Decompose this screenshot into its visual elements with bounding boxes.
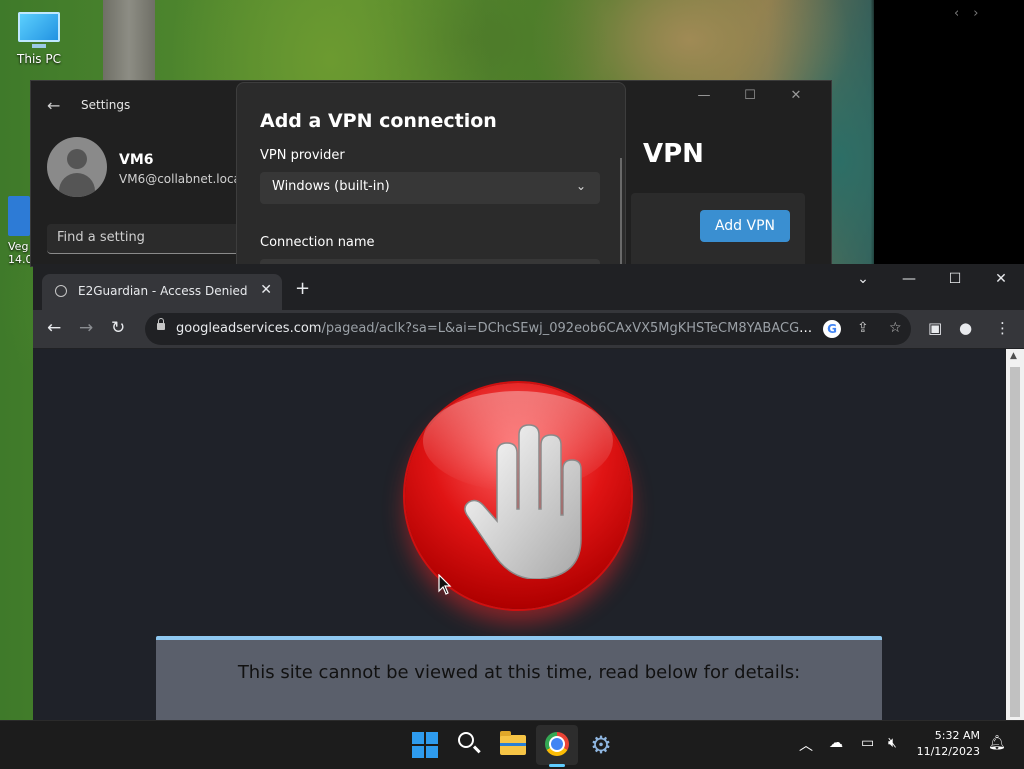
onedrive-icon[interactable]: ☁ (829, 735, 843, 751)
desktop-partial-label: Veg (8, 240, 29, 253)
active-indicator (549, 764, 565, 767)
monitor-icon (18, 12, 60, 48)
clock-date: 11/12/2023 (916, 745, 980, 758)
volume-muted-icon[interactable]: 🔇︎ (888, 735, 897, 751)
browser-toolbar: ← → ↻ googleadservices.com/pagead/aclk?s… (33, 310, 1024, 348)
taskbar: ⚙ ︿ ☁ ▭ 🔇︎ 5:32 AM 11/12/2023 🔔︎ (0, 720, 1024, 769)
forward-button[interactable]: → (79, 318, 93, 338)
browser-tab[interactable]: E2Guardian - Access Denied ✕ (42, 274, 282, 310)
wallpaper-road (103, 0, 155, 90)
settings-taskbar-button[interactable]: ⚙ (588, 732, 614, 758)
profile-icon[interactable]: ● (959, 319, 972, 337)
tab-close-icon[interactable]: ✕ (260, 282, 272, 298)
avatar-body (59, 173, 95, 197)
add-vpn-button[interactable]: Add VPN (700, 210, 790, 242)
window-controls: ⌄ — ☐ ✕ (840, 264, 1024, 294)
vpn-provider-select[interactable]: Windows (built-in) ⌄ (260, 172, 600, 204)
desktop-partial-icons[interactable]: Veg 14.0 (8, 196, 33, 284)
gear-icon: ⚙ (590, 731, 612, 759)
desktop-partial-label: 14.0 (8, 253, 33, 266)
blocked-page: This site cannot be viewed at this time,… (33, 349, 1005, 720)
maximize-button[interactable]: ☐ (727, 87, 773, 105)
tab-title: E2Guardian - Access Denied (78, 284, 248, 298)
add-vpn-dialog: Add a VPN connection VPN provider Window… (236, 82, 626, 267)
clock-time: 5:32 AM (934, 729, 980, 742)
globe-icon (55, 285, 67, 297)
desktop-icon-this-pc[interactable]: This PC (10, 8, 68, 66)
tab-search-button[interactable]: ⌄ (840, 264, 886, 294)
search-button[interactable] (458, 732, 484, 758)
network-icon[interactable]: ▭ (861, 735, 874, 751)
url-host: googleadservices.com (176, 321, 322, 336)
dialog-scrollbar[interactable] (620, 158, 622, 265)
minimize-button[interactable]: — (886, 264, 932, 294)
share-icon[interactable]: ⇪ (857, 320, 869, 336)
reload-button[interactable]: ↻ (111, 318, 125, 338)
folder-icon (500, 731, 526, 755)
hand-icon (464, 424, 582, 579)
side-panel-icon[interactable]: ▣ (928, 319, 942, 337)
google-lens-icon[interactable]: G (823, 320, 841, 338)
back-button[interactable]: ← (47, 318, 61, 338)
windows-logo-icon (412, 732, 424, 744)
chrome-icon (545, 732, 569, 756)
avatar[interactable] (47, 137, 107, 197)
maximize-button[interactable]: ☐ (932, 264, 978, 294)
browser-window: E2Guardian - Access Denied ✕ + ⌄ — ☐ ✕ ←… (33, 264, 1024, 720)
page-title: VPN (643, 139, 704, 169)
vpn-provider-value: Windows (built-in) (272, 179, 390, 194)
show-hidden-icons-button[interactable]: ︿ (799, 735, 813, 755)
back-arrow-icon[interactable]: ← (47, 96, 60, 115)
tab-strip: E2Guardian - Access Denied ✕ + ⌄ — ☐ ✕ (33, 264, 1024, 310)
find-setting-input[interactable] (47, 224, 247, 251)
page-scrollbar[interactable]: ▲ (1006, 349, 1024, 720)
url-text[interactable]: googleadservices.com/pagead/aclk?sa=L&ai… (176, 321, 816, 336)
vpn-provider-label: VPN provider (260, 148, 345, 163)
error-banner: This site cannot be viewed at this time,… (156, 636, 882, 720)
notification-bell-icon[interactable]: 🔔︎ (988, 735, 1006, 751)
dialog-title: Add a VPN connection (260, 110, 497, 132)
url-path: /pagead/aclk?sa=L&ai=DChcSEwj_092eob6CAx… (321, 321, 816, 336)
new-tab-button[interactable]: + (295, 278, 310, 299)
chrome-taskbar-button[interactable] (545, 732, 571, 758)
close-button[interactable]: ✕ (773, 87, 819, 105)
wallpaper-nav-arrows[interactable]: ‹› (954, 6, 992, 21)
window-title: Settings (81, 98, 131, 112)
desktop-icon-label: This PC (17, 52, 61, 66)
user-name: VM6 (119, 152, 154, 168)
find-setting-box[interactable] (47, 224, 247, 254)
error-message: This site cannot be viewed at this time,… (237, 662, 801, 683)
connection-name-label: Connection name (260, 235, 375, 250)
search-icon (458, 732, 474, 748)
minimize-button[interactable]: — (681, 87, 727, 105)
shortcut-icon (8, 196, 30, 236)
menu-icon[interactable]: ⋮ (995, 319, 1010, 337)
address-bar[interactable]: googleadservices.com/pagead/aclk?sa=L&ai… (145, 313, 911, 345)
avatar-head (67, 149, 87, 169)
user-email: VM6@collabnet.local (119, 172, 245, 186)
scrollbar-thumb[interactable] (1010, 367, 1020, 717)
close-button[interactable]: ✕ (978, 264, 1024, 294)
chevron-down-icon: ⌄ (575, 179, 586, 193)
start-button[interactable] (412, 732, 438, 758)
clock[interactable]: 5:32 AM 11/12/2023 (917, 728, 980, 760)
window-controls: — ☐ ✕ (681, 87, 819, 105)
bookmark-star-icon[interactable]: ☆ (889, 320, 902, 336)
scroll-up-icon[interactable]: ▲ (1010, 351, 1017, 361)
lock-icon[interactable] (157, 318, 165, 330)
desktop-dark-area (874, 0, 1024, 265)
file-explorer-button[interactable] (500, 731, 526, 758)
mouse-cursor-icon (438, 574, 452, 595)
